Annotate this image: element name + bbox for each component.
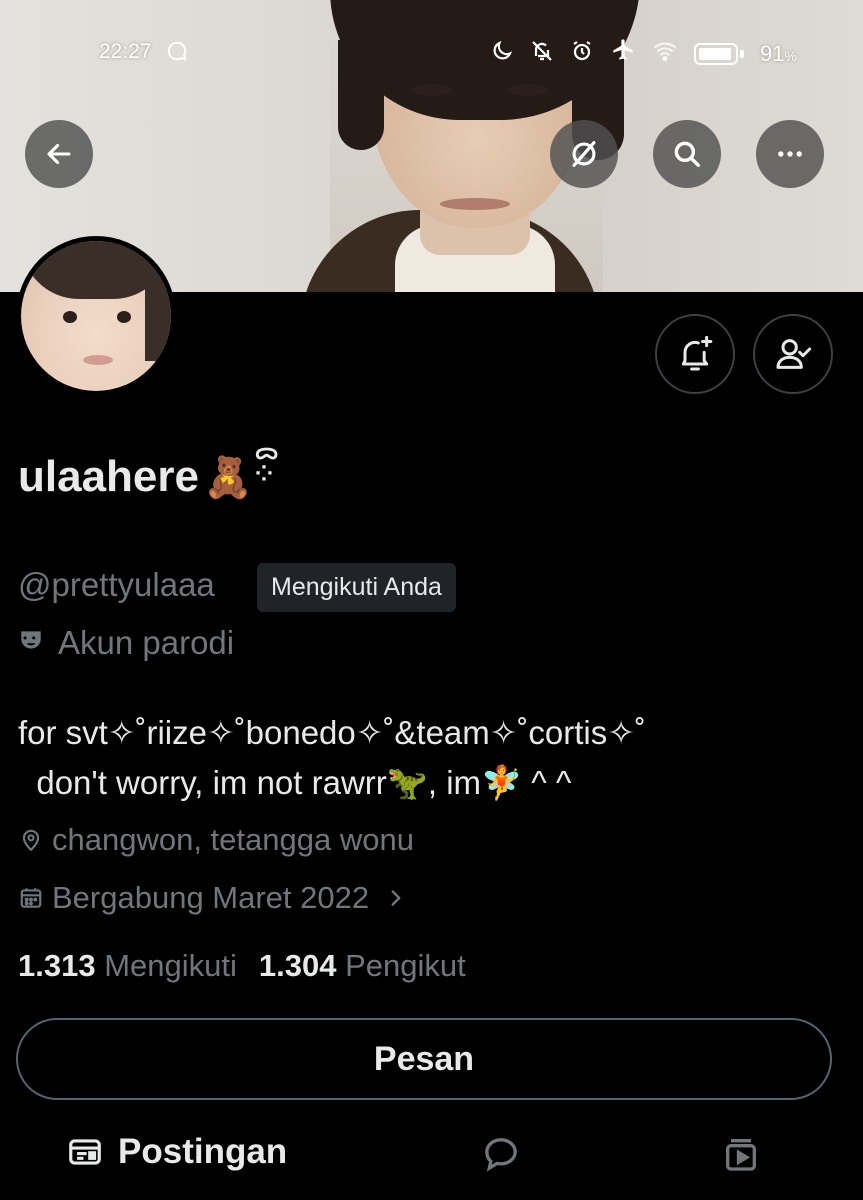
status-icons: 91% <box>490 38 797 70</box>
parody-text: Akun parodi <box>58 624 235 661</box>
avatar-eye-right <box>117 311 131 323</box>
profile-bio: for svt✧˚riize✧˚bonedo✧˚&team✧˚cortis✧˚ … <box>18 708 646 808</box>
battery-icon <box>694 43 738 65</box>
airplane-icon <box>610 38 636 70</box>
moon-icon <box>490 39 514 69</box>
video-stack-icon <box>726 1139 756 1171</box>
banner-mouth <box>440 198 510 210</box>
avatar-image <box>21 241 171 391</box>
avatar-eye-left <box>63 311 77 323</box>
status-bar: 22:27 91% <box>0 36 863 72</box>
tab-replies[interactable] <box>481 1134 521 1174</box>
name-decoration: ᯅ ⁘ <box>254 439 279 486</box>
bell-plus-icon <box>681 335 713 371</box>
posts-icon <box>69 1139 101 1165</box>
profile-location: changwon, tetangga wonu <box>18 822 414 858</box>
status-time: 22:27 <box>99 40 152 63</box>
message-button[interactable]: Pesan <box>16 1018 832 1100</box>
banner-eye-right <box>508 84 550 96</box>
followers-count: 1.304 <box>258 948 337 983</box>
following-stat[interactable]: 1.313 Mengikuti <box>18 948 237 984</box>
chevron-right-icon <box>391 890 401 906</box>
battery-percent: 91% <box>760 41 797 67</box>
avatar-background <box>145 271 171 361</box>
bell-off-icon <box>530 39 554 69</box>
display-name-text: ulaahere <box>18 452 199 501</box>
followers-label: Pengikut <box>345 948 466 983</box>
message-bubble-icon <box>166 40 188 68</box>
search-button[interactable] <box>653 120 721 188</box>
calendar-icon <box>20 888 42 908</box>
profile-joined-date[interactable]: Bergabung Maret 2022 <box>18 880 409 916</box>
profile-display-name: ulaahere 🧸 ᯅ ⁘ <box>18 441 279 502</box>
profile-tabs: Postingan <box>0 1118 863 1200</box>
battery-percent-suffix: % <box>784 48 797 64</box>
bio-line-1: for svt✧˚riize✧˚bonedo✧˚&team✧˚cortis✧˚ <box>18 714 646 751</box>
follows-you-badge: Mengikuti Anda <box>257 563 456 612</box>
mask-icon <box>18 627 44 660</box>
tab-media[interactable] <box>721 1134 761 1174</box>
tab-posts-label: Postingan <box>118 1132 288 1171</box>
following-button[interactable] <box>753 314 833 394</box>
teddy-bear-emoji: 🧸 <box>202 455 253 500</box>
banner-eye-left <box>412 84 454 96</box>
user-check-icon <box>776 339 812 369</box>
reply-bubble-icon <box>485 1138 517 1172</box>
back-icon <box>47 143 71 165</box>
following-label: Mengikuti <box>104 948 237 983</box>
hide-banner-button[interactable] <box>550 120 618 188</box>
notifications-button[interactable] <box>655 314 735 394</box>
avatar-mouth <box>83 355 113 365</box>
parody-account-label[interactable]: Akun parodi <box>18 624 234 662</box>
battery-percent-value: 91 <box>760 41 785 66</box>
search-icon <box>674 141 701 168</box>
location-text: changwon, tetangga wonu <box>52 822 414 857</box>
hide-icon <box>572 141 596 167</box>
joined-text: Bergabung Maret 2022 <box>52 880 370 915</box>
more-icon <box>778 151 802 157</box>
more-options-button[interactable] <box>756 120 824 188</box>
alarm-icon <box>570 39 594 69</box>
wifi-icon <box>652 40 678 68</box>
following-count: 1.313 <box>18 948 96 983</box>
tab-posts[interactable]: Postingan <box>66 1132 287 1172</box>
profile-handle: @prettyulaaa <box>18 566 215 603</box>
bio-line-2: don't worry, im not rawrr🦖, im🧚 ^ ^ <box>18 764 572 801</box>
location-pin-icon <box>22 829 40 852</box>
followers-stat[interactable]: 1.304 Pengikut <box>259 948 466 984</box>
avatar[interactable] <box>16 236 176 396</box>
battery-cap <box>740 50 744 58</box>
profile-stats: 1.313 Mengikuti 1.304 Pengikut <box>18 948 466 984</box>
back-button[interactable] <box>25 120 93 188</box>
